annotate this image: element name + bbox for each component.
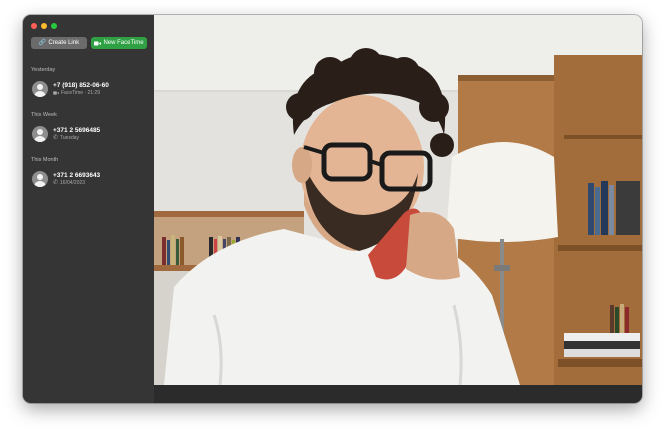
- call-item-this-week[interactable]: +371 2 5696485 ✆ Tuesday: [29, 124, 148, 144]
- video-camera-icon: [94, 41, 102, 45]
- call-name: +371 2 5696485: [53, 127, 101, 134]
- section-this-month-title: This Month: [31, 157, 59, 163]
- section-this-week-title: This Week: [31, 112, 57, 118]
- call-item-this-month[interactable]: +371 2 6693643 ✆ 16/04/2023: [29, 169, 148, 189]
- section-yesterday-title: Yesterday: [31, 67, 56, 73]
- close-button[interactable]: [31, 23, 37, 29]
- camera-preview-image: [154, 15, 642, 385]
- minimize-button[interactable]: [41, 23, 47, 29]
- video-camera-icon: [53, 91, 59, 95]
- facetime-window: 🔗 Create Link New FaceTime Yesterday +7 …: [23, 15, 642, 403]
- new-facetime-button[interactable]: New FaceTime: [91, 37, 147, 49]
- preview-bottom-bar: [154, 385, 642, 403]
- camera-preview: [154, 15, 642, 385]
- create-link-label: Create Link: [48, 40, 80, 46]
- zoom-button[interactable]: [51, 23, 57, 29]
- window-controls: [31, 23, 57, 29]
- call-name: +7 (918) 852-06-60: [53, 82, 109, 89]
- new-facetime-label: New FaceTime: [103, 40, 144, 46]
- call-name: +371 2 6693643: [53, 172, 101, 179]
- avatar: [32, 171, 48, 187]
- phone-icon: ✆: [53, 135, 59, 141]
- sidebar: 🔗 Create Link New FaceTime Yesterday +7 …: [23, 15, 155, 403]
- avatar: [32, 81, 48, 97]
- call-detail: Tuesday: [60, 135, 80, 141]
- call-detail: 16/04/2023: [60, 180, 86, 186]
- link-icon: 🔗: [38, 40, 47, 46]
- avatar: [32, 126, 48, 142]
- call-detail: FaceTime · 21:29: [61, 90, 100, 96]
- phone-icon: ✆: [53, 180, 59, 186]
- call-item-yesterday[interactable]: +7 (918) 852-06-60 FaceTime · 21:29: [29, 79, 148, 99]
- create-link-button[interactable]: 🔗 Create Link: [31, 37, 87, 49]
